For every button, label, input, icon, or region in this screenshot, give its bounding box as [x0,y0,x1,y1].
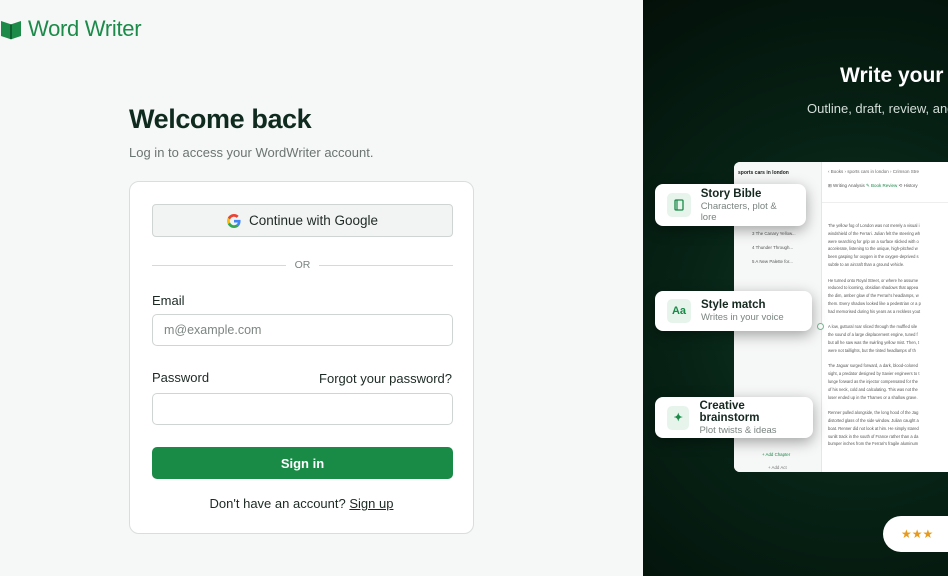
preview-text-line: accelerate, listening to the unique, hig… [828,246,918,252]
feature-card-style-match: Aa Style match Writes in your voice [655,291,812,331]
brand-logo[interactable]: Word Writer [0,16,142,42]
sparkle-icon: ✦ [667,405,690,430]
preview-text-line: sight, a predator designed by Savier eng… [828,371,920,377]
preview-text-line: been gasping for oxygen in the oxygen-de… [828,254,919,260]
google-icon [226,213,241,228]
hero-subtitle: Outline, draft, review, and [807,101,948,116]
hero-title: Write your b [840,64,948,87]
rating-badge: ★★★ [883,516,948,552]
login-pane: Word Writer Welcome back Log in to acces… [0,0,643,576]
feature-subtitle: Characters, plot & lore [700,200,777,223]
preview-text-line: the dim, amber glow of the Ferrari's hea… [828,293,919,299]
preview-text-line: the sound of a large displacement engine… [828,332,918,338]
preview-text-line: The Jaguar surged forward, a dark, blood… [828,363,918,369]
feature-card-creative-brainstorm: ✦ Creative brainstorm Plot twists & idea… [655,397,813,438]
preview-text-line: of his neck, cold and calculating. This … [828,386,918,392]
login-card: Continue with Google OR Email Password F… [129,181,474,534]
email-label: Email [152,293,185,308]
feature-title: Creative brainstorm [699,399,760,424]
or-divider: OR [152,259,453,271]
page-subtitle: Log in to access your WordWriter account… [129,145,374,160]
signup-row: Don't have an account? Sign up [130,496,473,511]
feature-title: Style match [701,299,766,311]
preview-text-line: distorted glass of the side window. Juli… [828,418,919,423]
preview-text-line: reduced to looming, obsidian shadows tha… [828,285,919,291]
preview-text-line: were searching for grip on a surface sli… [828,238,919,244]
preview-text-line: had memorised during his years as a reck… [828,308,921,314]
preview-text-line: The yellow fog of London was not merely … [828,223,920,228]
feature-card-story-bible: Story Bible Characters, plot & lore [655,184,806,226]
page-title: Welcome back [129,104,312,134]
feature-subtitle: Plot twists & ideas [699,424,777,436]
preview-text-line: loser ended up in the Thames or a shallo… [828,394,918,400]
book-icon [667,193,691,217]
feature-subtitle: Writes in your voice [701,312,784,323]
email-field[interactable] [152,314,453,346]
preview-text-line: lunge forward as the injector compensate… [828,379,918,384]
preview-add-chapter: + Add Chapter [762,452,791,457]
sign-in-button[interactable]: Sign in [152,447,453,479]
password-label: Password [152,370,210,385]
divider-line-right [319,265,453,266]
preview-text-line: but all he saw was the swirling yellow m… [828,340,920,345]
preview-text-line: them. Every shadow looked like a pedestr… [828,301,921,306]
google-button-label: Continue with Google [248,213,379,228]
google-signin-button[interactable]: Continue with Google [152,204,453,237]
marketing-pane: Write your b Outline, draft, review, and… [643,0,948,576]
preview-text-line: sunlit track in the south of France rath… [828,433,919,439]
feature-title: Story Bible [700,187,762,200]
preview-tab: History [903,183,918,188]
preview-text-line: windshield of the Ferrari. Julian felt t… [828,230,921,236]
signup-prompt: Don't have an account? [209,496,346,511]
preview-text-line: Renner pulled alongside, the long hood o… [828,410,919,416]
password-field[interactable] [152,393,453,425]
text-aa-icon: Aa [667,299,691,323]
preview-breadcrumb: ‹ Books › sports cars in london › Crimso… [828,169,920,174]
preview-text-line: A low, guttural roar sliced through the … [828,324,918,330]
preview-text-line: boat. Renner did not look at him. He sim… [828,425,919,431]
preview-tab: Writing Analysis [833,183,865,188]
forgot-password-link[interactable]: Forgot your password? [319,371,452,386]
star-rating: ★★★ [901,527,934,541]
preview-tab-active: Book Review [871,183,898,188]
preview-text-line: were not taillights, but the tinted head… [828,347,916,353]
preview-text-line: subtle to an aircraft than a ground vehi… [828,262,905,267]
preview-tabs: ⊞ Writing Analysis ✎ Book Review ⟲ Histo… [828,183,918,189]
preview-marker [817,323,824,330]
book-logo-icon [1,21,21,40]
preview-chapter: 5 A New Palette for... [752,259,793,264]
preview-editor: ‹ Books › sports cars in london › Crimso… [822,162,948,472]
brand-name: Word Writer [28,16,142,41]
preview-add-act: + Add Act [768,465,787,470]
preview-project-title: sports cars in london [738,170,789,176]
preview-toolbar [822,194,948,203]
sign-up-link[interactable]: Sign up [349,496,393,511]
preview-text-line: bumper inches from the Ferrari's fragile… [828,441,919,447]
preview-chapter: 4 Thunder Through... [752,245,794,250]
preview-text-line: He turned onto Royal Street, or where he… [828,277,919,283]
preview-chapter: 3 The Canary Yellow... [752,231,796,236]
